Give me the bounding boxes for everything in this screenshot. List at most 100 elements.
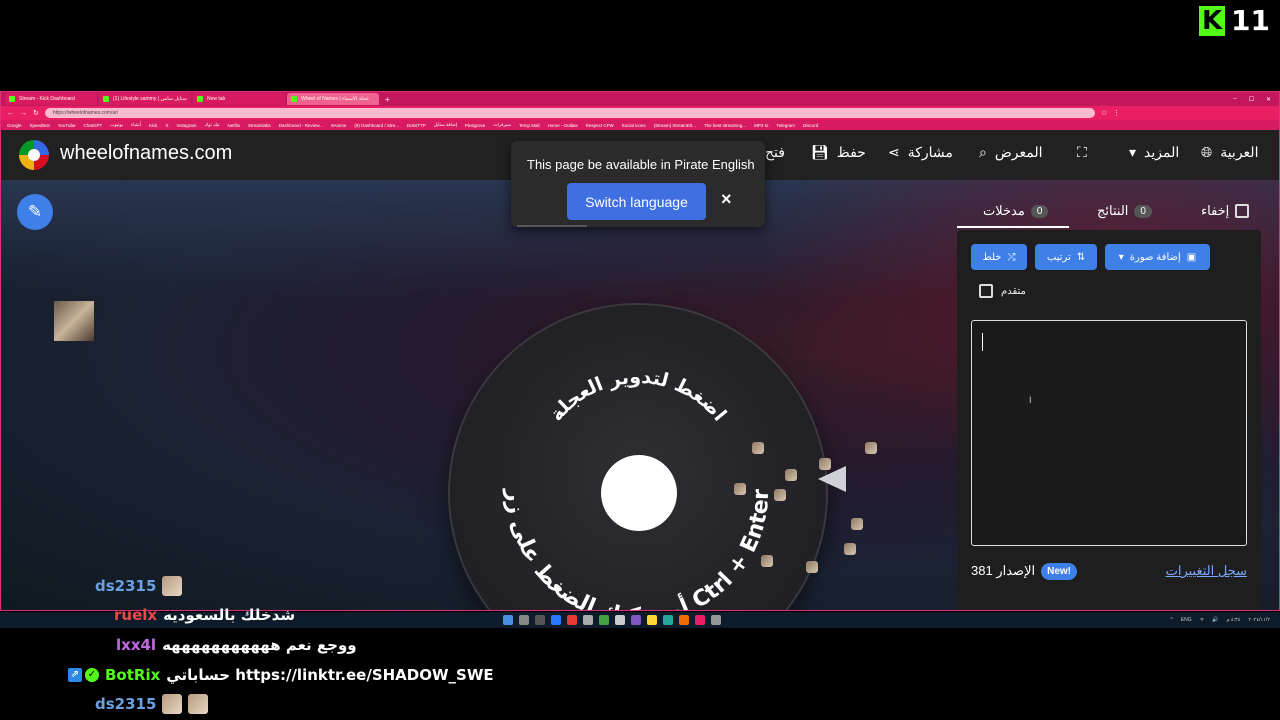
- back-icon[interactable]: ←: [7, 110, 14, 117]
- input-language[interactable]: ENG: [1181, 617, 1192, 623]
- bookmark[interactable]: Respect CFW: [586, 123, 614, 128]
- bookmark[interactable]: Google: [7, 123, 22, 128]
- window-controls: – ☐ ✕: [1233, 96, 1279, 103]
- bookmark[interactable]: YouTube: [58, 123, 76, 128]
- bookmark[interactable]: إضافة ستايل: [434, 122, 457, 128]
- bookmark[interactable]: سيرفرات: [493, 122, 511, 128]
- save-label: حفظ: [836, 144, 866, 160]
- bookmark[interactable]: Home - Outlaw: [548, 123, 578, 128]
- browser-tab-active[interactable]: Wheel of Names | عجلة الأسماء: [287, 93, 379, 105]
- minimize-button[interactable]: –: [1233, 96, 1236, 103]
- chat-username: lxx4l: [116, 636, 157, 654]
- results-tab-label: النتائج: [1097, 203, 1129, 218]
- fullscreen-icon: ⛶: [1077, 144, 1087, 160]
- bookmark[interactable]: يوتيوب: [110, 122, 123, 128]
- hide-checkbox[interactable]: [1235, 204, 1250, 218]
- forward-icon[interactable]: →: [20, 110, 27, 117]
- chat-username: ruelx: [114, 606, 158, 624]
- bookmark[interactable]: The best streaming...: [704, 123, 746, 128]
- share-menu[interactable]: ⋖ مشاركة: [888, 144, 953, 161]
- bookmark[interactable]: Pinegrove: [465, 123, 485, 128]
- sort-label: ترتيب: [1046, 251, 1071, 263]
- results-count-badge: 0: [1134, 204, 1152, 218]
- gallery-menu[interactable]: ⌕ المعرض: [979, 144, 1043, 161]
- bookmark[interactable]: X: [166, 123, 169, 128]
- wheel-top-text: اضغط لتدوير العجلة: [546, 366, 731, 426]
- volume-icon[interactable]: 🔊: [1212, 617, 1218, 623]
- more-menu[interactable]: ▾ المزيد: [1129, 144, 1179, 161]
- wifi-icon[interactable]: ᯤ: [1200, 617, 1205, 623]
- wheel-logo-icon[interactable]: [19, 140, 49, 170]
- translate-popup: This page be available in Pirate English…: [511, 141, 765, 227]
- star-icon[interactable]: ☆: [1101, 109, 1107, 117]
- switch-language-button[interactable]: Switch language: [567, 183, 706, 220]
- bookmark[interactable]: Instagram: [177, 123, 197, 128]
- bookmark[interactable]: Telegram: [776, 123, 795, 128]
- bookmark[interactable]: أنشاء: [131, 122, 141, 128]
- maximize-button[interactable]: ☐: [1249, 96, 1254, 103]
- bookmark[interactable]: ChatGPT: [83, 123, 102, 128]
- browser-tab[interactable]: Stream - Kick Dashboard: [5, 93, 97, 105]
- bot-badges: ⇗ ✓: [68, 668, 99, 682]
- bookmark[interactable]: تيك توك: [205, 122, 220, 128]
- wheel-center-button[interactable]: [601, 455, 677, 531]
- chat-text: شدخلك بالسعوديه: [163, 606, 296, 624]
- sort-icon: ⇅: [1076, 251, 1086, 263]
- tab-strip: Stream - Kick Dashboard (1) Lifestyle sa…: [1, 92, 1279, 106]
- shuffle-label: خلط: [982, 251, 1002, 263]
- bookmarks-bar: Google Speedtest YouTube ChatGPT يوتيوب …: [1, 120, 1279, 130]
- open-label: فتح: [765, 144, 785, 160]
- changelog-link[interactable]: سجل التغييرات: [1166, 563, 1247, 579]
- caret-down-icon: ▾: [1118, 251, 1124, 263]
- bookmark[interactable]: DoksTTP: [407, 123, 426, 128]
- hide-label: إخفاء: [1201, 203, 1230, 218]
- hide-toggle[interactable]: إخفاء: [1201, 196, 1250, 226]
- edit-pencil-button[interactable]: ✎: [17, 194, 53, 230]
- tab-entries[interactable]: مدخلات 0: [983, 196, 1049, 226]
- bookmark[interactable]: Temp Mail: [519, 123, 540, 128]
- clock-time[interactable]: ٤:٣٤ م: [1226, 617, 1240, 623]
- bookmark[interactable]: 9Anime: [331, 123, 346, 128]
- bookmark[interactable]: Social icons: [622, 123, 646, 128]
- save-menu[interactable]: 💾︎ حفظ: [811, 144, 866, 161]
- bookmark[interactable]: Kick: [149, 123, 158, 128]
- open-menu[interactable]: فتح: [765, 144, 785, 161]
- search-icon: ⌕: [979, 144, 987, 160]
- bookmark[interactable]: Netflix: [228, 123, 241, 128]
- bookmark[interactable]: Discord: [803, 123, 818, 128]
- verified-badge-icon: ✓: [85, 668, 99, 682]
- emote-image: [162, 576, 183, 596]
- entries-textarea[interactable]: I: [971, 320, 1247, 546]
- sort-button[interactable]: ترتيب ⇅: [1035, 244, 1097, 270]
- site-name[interactable]: wheelofnames.com: [60, 142, 232, 165]
- language-menu[interactable]: 🌐︎ العربية: [1201, 144, 1258, 161]
- browser-tab[interactable]: New tab: [193, 93, 285, 105]
- tab-results[interactable]: النتائج 0: [1097, 196, 1152, 226]
- add-image-button[interactable]: ▾ إضافة صورة ▣: [1105, 244, 1210, 270]
- fullscreen-button[interactable]: ⛶: [1077, 144, 1087, 161]
- bookmark[interactable]: Dashboard - Review...: [279, 123, 323, 128]
- bookmark[interactable]: Streamlabs: [248, 123, 271, 128]
- advanced-toggle[interactable]: متقدم: [979, 284, 1026, 298]
- settings-icon[interactable]: [711, 615, 721, 625]
- clock-date[interactable]: ٢٠٢٤/١١/٢: [1248, 617, 1270, 623]
- new-tab-button[interactable]: +: [385, 95, 390, 104]
- shuffle-button[interactable]: خلط ⤮: [971, 244, 1027, 270]
- browser-tab[interactable]: (1) Lifestyle sammy | ستايل سامي: [99, 93, 191, 105]
- browser-window: Stream - Kick Dashboard (1) Lifestyle sa…: [0, 91, 1280, 611]
- bookmark[interactable]: MP3 to: [754, 123, 768, 128]
- bookmark[interactable]: (Stream) StreamElt...: [654, 123, 696, 128]
- tray-overflow-icon[interactable]: ^: [1170, 617, 1172, 623]
- advanced-checkbox[interactable]: [979, 284, 993, 298]
- bookmark[interactable]: (9) Dashboard / Stre...: [354, 123, 399, 128]
- close-window-button[interactable]: ✕: [1266, 96, 1271, 103]
- close-icon[interactable]: ×: [721, 189, 732, 210]
- url-input[interactable]: https://wheelofnames.com/ar/: [44, 108, 1095, 118]
- image-icon: ▣: [1186, 251, 1197, 263]
- popup-progress-bar: [517, 225, 587, 227]
- reload-icon[interactable]: ↻: [33, 109, 39, 117]
- menu-icon[interactable]: ⋮: [1113, 109, 1120, 117]
- chat-message: ruelx شدخلك بالسعوديه: [114, 606, 295, 624]
- bookmark[interactable]: Speedtest: [30, 123, 50, 128]
- new-badge[interactable]: New!: [1041, 562, 1077, 580]
